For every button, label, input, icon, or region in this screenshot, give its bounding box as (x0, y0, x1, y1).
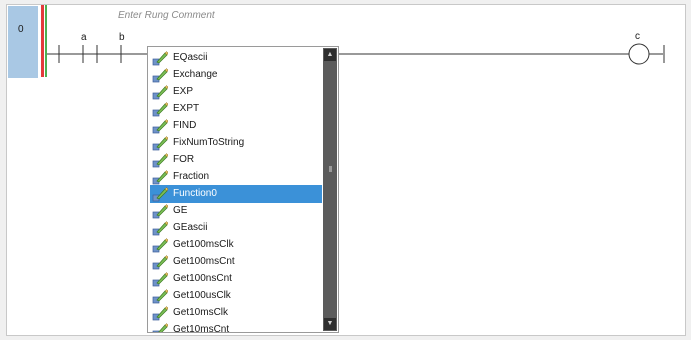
instruction-label: Get100msCnt (173, 256, 235, 267)
function-block-icon (152, 254, 169, 270)
instruction-list-item[interactable]: FixNumToString (150, 134, 322, 152)
instruction-list-item[interactable]: EQascii (150, 49, 322, 67)
instruction-list-item[interactable]: Get100nsCnt (150, 270, 322, 288)
instruction-list-item[interactable]: GEascii (150, 219, 322, 237)
instruction-list-item[interactable]: FOR (150, 151, 322, 169)
instruction-label: Get10msCnt (173, 324, 230, 333)
instruction-label: Function0 (173, 188, 217, 199)
coil-c[interactable] (628, 43, 650, 65)
instruction-label: EXP (173, 86, 194, 97)
instruction-list-item[interactable]: Exchange (150, 66, 322, 84)
function-block-icon (152, 305, 169, 321)
instruction-list-item[interactable]: Function0 (150, 185, 322, 203)
instruction-list-item[interactable]: FIND (150, 117, 322, 135)
scroll-down-button[interactable]: ▼ (324, 318, 336, 330)
instruction-list-item[interactable]: Get10msClk (150, 304, 322, 322)
function-block-icon (152, 50, 169, 66)
function-block-icon (152, 118, 169, 134)
contact-a-label: a (81, 32, 87, 43)
instruction-list-item[interactable]: Get100msClk (150, 236, 322, 254)
instruction-label: Get10msClk (173, 307, 229, 318)
instruction-label: Get100usClk (173, 290, 231, 301)
instruction-label: Get100nsCnt (173, 273, 232, 284)
function-block-icon (152, 271, 169, 287)
instruction-list-item[interactable]: EXP (150, 83, 322, 101)
coil-c-label: c (635, 31, 640, 42)
function-block-icon (152, 237, 169, 253)
instruction-list-item[interactable]: Fraction (150, 168, 322, 186)
function-block-icon (152, 322, 169, 332)
scroll-thumb[interactable] (329, 166, 332, 172)
function-block-icon (152, 203, 169, 219)
contact-b-label: b (119, 32, 125, 43)
scroll-up-button[interactable]: ▲ (324, 49, 336, 61)
instruction-list-item[interactable]: Get10msCnt (150, 321, 322, 333)
instruction-label: Exchange (173, 69, 218, 80)
instruction-list-item[interactable]: Get100usClk (150, 287, 322, 305)
function-block-icon (152, 220, 169, 236)
instruction-list-item[interactable]: Get100msCnt (150, 253, 322, 271)
function-block-icon (152, 152, 169, 168)
instruction-label: FIND (173, 120, 197, 131)
instruction-label: EQascii (173, 52, 208, 63)
instruction-label: FOR (173, 154, 195, 165)
vertical-scrollbar[interactable]: ▲ ▼ (323, 48, 337, 331)
instruction-label: GEascii (173, 222, 208, 233)
ladder-editor: 0 Enter Rung Comment a b c EQascii Exchan… (6, 4, 686, 336)
function-block-icon (152, 186, 169, 202)
contact-a[interactable] (58, 45, 84, 63)
instruction-label: Fraction (173, 171, 210, 182)
instruction-label: EXPT (173, 103, 200, 114)
rung-wiring (47, 43, 665, 65)
function-block-icon (152, 67, 169, 83)
instruction-list-item[interactable]: EXPT (150, 100, 322, 118)
instruction-label: Get100msClk (173, 239, 234, 250)
instruction-list-item[interactable]: GE (150, 202, 322, 220)
function-block-icon (152, 101, 169, 117)
contact-b[interactable] (96, 45, 122, 63)
function-block-icon (152, 288, 169, 304)
function-block-icon (152, 135, 169, 151)
function-block-icon (152, 84, 169, 100)
instruction-label: GE (173, 205, 188, 216)
instruction-label: FixNumToString (173, 137, 245, 148)
function-block-icon (152, 169, 169, 185)
instruction-autocomplete-list[interactable]: EQascii Exchange EXP EXPT FIND FixNumToString… (147, 46, 339, 333)
